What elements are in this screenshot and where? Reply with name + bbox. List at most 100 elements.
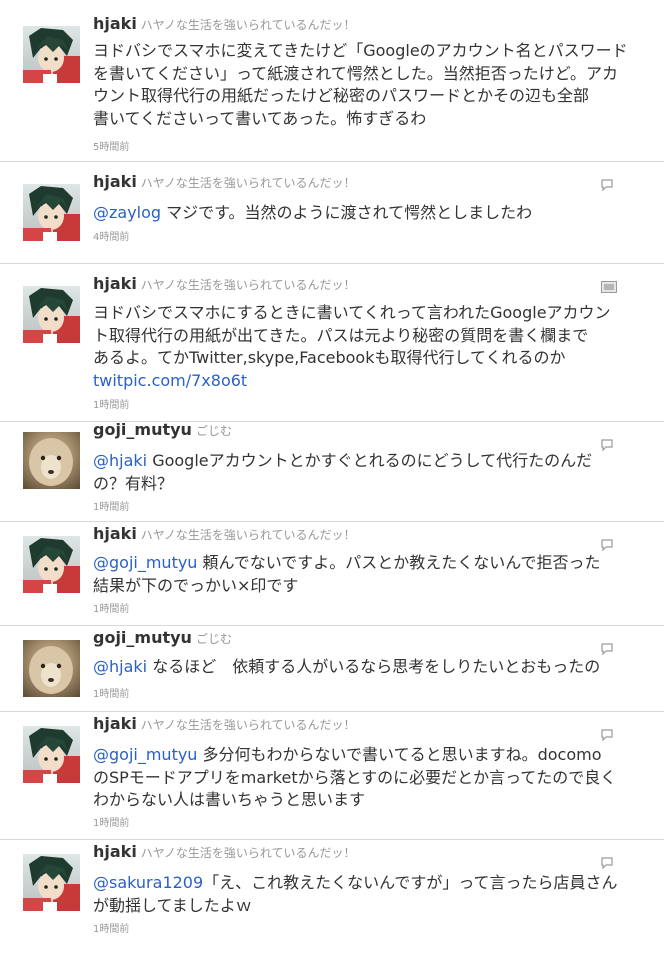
screen-name[interactable]: hjaki bbox=[93, 14, 137, 33]
screen-name[interactable]: hjaki bbox=[93, 714, 137, 733]
full-name: ごじむ bbox=[195, 424, 232, 438]
screen-name[interactable]: goji_mutyu bbox=[93, 628, 192, 647]
tweet-text: ヨドバシでスマホに変えてきたけど「Googleのアカウント名とパスワード を書いて… bbox=[93, 40, 633, 130]
timestamp[interactable]: 1時間前 bbox=[93, 685, 129, 700]
full-name: ハヤノな生活を強いられているんだッ！ bbox=[140, 718, 356, 732]
user-avatar[interactable] bbox=[23, 726, 80, 783]
tweet-line: @hjaki なるほど 依頼する人がいるなら思考をしりたいとおもったの bbox=[93, 656, 633, 679]
tweet: hjaki ハヤノな生活を強いられているんだッ！ @sakura1209「え、これ教… bbox=[0, 840, 664, 965]
timestamp[interactable]: 1時間前 bbox=[93, 600, 129, 615]
tweet-line: 書いてくださいって書いてあった。怖すぎるわ bbox=[93, 108, 633, 131]
timestamp[interactable]: 1時間前 bbox=[93, 498, 129, 513]
tweet-line: が動揺してましたよｗ bbox=[93, 895, 633, 918]
mention-link[interactable]: @goji_mutyu bbox=[93, 745, 197, 764]
tweet-line-text: の？有料？ bbox=[93, 473, 174, 493]
tweet-header: goji_mutyu ごじむ bbox=[93, 420, 232, 439]
full-name: ハヤノな生活を強いられているんだッ！ bbox=[140, 18, 356, 32]
screen-name[interactable]: goji_mutyu bbox=[93, 420, 192, 439]
tweet-text: @zaylog マジです。当然のように渡されて愕然としましたわ bbox=[93, 202, 633, 225]
full-name: ハヤノな生活を強いられているんだッ！ bbox=[140, 846, 356, 860]
reply-bubble-icon[interactable] bbox=[601, 729, 613, 741]
tweet-line: ヨドバシでスマホに変えてきたけど「Googleのアカウント名とパスワード bbox=[93, 40, 633, 63]
tweet-text: @sakura1209「え、これ教えたくないんですが」って言ったら店員さん が動揺… bbox=[93, 872, 633, 917]
full-name: ハヤノな生活を強いられているんだッ！ bbox=[140, 278, 356, 292]
tweet-line-text: が動揺してましたよｗ bbox=[93, 895, 252, 915]
timestamp[interactable]: 5時間前 bbox=[93, 138, 129, 153]
tweet-line: あるよ。てかTwitter,skype,Facebookも取得代行してくれるのか bbox=[93, 347, 633, 370]
timestamp[interactable]: 1時間前 bbox=[93, 396, 129, 411]
tweet-line: @hjaki Googleアカウントとかすぐとれるのにどうして代行たのんだ bbox=[93, 450, 633, 473]
tweet-header: hjaki ハヤノな生活を強いられているんだッ！ bbox=[93, 172, 355, 191]
mention-link[interactable]: @hjaki bbox=[93, 451, 147, 470]
timestamp[interactable]: 1時間前 bbox=[93, 814, 129, 829]
tweet-line: @goji_mutyu 多分何もわからないで書いてると思いますね。docomo bbox=[93, 744, 633, 767]
tweet-line: わからない人は書いちゃうと思います bbox=[93, 789, 633, 812]
tweet: hjaki ハヤノな生活を強いられているんだッ！ @goji_mutyu 多分何もわ… bbox=[0, 712, 664, 840]
reply-bubble-icon[interactable] bbox=[601, 439, 613, 451]
mention-link[interactable]: @hjaki bbox=[93, 657, 147, 676]
tweet-line-text: マジです。当然のように渡されて愕然としましたわ bbox=[161, 203, 533, 222]
tweet-line-text: 結果が下のでっかい×印です bbox=[93, 575, 299, 595]
user-avatar[interactable] bbox=[23, 286, 80, 343]
tweet-header: hjaki ハヤノな生活を強いられているんだッ！ bbox=[93, 274, 355, 293]
reply-bubble-icon[interactable] bbox=[601, 857, 613, 869]
tweet-header: goji_mutyu ごじむ bbox=[93, 628, 232, 647]
tweet: hjaki ハヤノな生活を強いられているんだッ！ ヨドバシでスマホに変えてきたけど「… bbox=[0, 0, 664, 162]
tweet-line-text: 頼んでないですよ。パスとか教えたくないんで拒否った bbox=[197, 553, 601, 572]
user-avatar[interactable] bbox=[23, 536, 80, 593]
tweet-line-text: ト取得代行の用紙が出てきた。パスは元より秘密の質問を書く欄まで bbox=[93, 325, 589, 345]
reply-bubble-icon[interactable] bbox=[601, 539, 613, 551]
mention-link[interactable]: @sakura1209 bbox=[93, 873, 203, 892]
tweet-line-text: を書いてください」って紙渡されて愕然とした。当然拒否ったけど。アカ bbox=[93, 63, 618, 83]
user-avatar[interactable] bbox=[23, 184, 80, 241]
reply-bubble-icon[interactable] bbox=[601, 643, 613, 655]
tweet-line: のSPモードアプリをmarketから落とすのに必要だとか言ってたので良く bbox=[93, 767, 633, 790]
mention-link[interactable]: @goji_mutyu bbox=[93, 553, 197, 572]
tweet-line: の？有料？ bbox=[93, 473, 633, 496]
tweet-header: hjaki ハヤノな生活を強いられているんだッ！ bbox=[93, 524, 355, 543]
tweet-line-text: ウント取得代行の用紙だったけど秘密のパスワードとかその辺も全部 bbox=[93, 86, 590, 105]
tweet: goji_mutyu ごじむ @hjaki なるほど 依頼する人がいるなら思考をしり… bbox=[0, 626, 664, 712]
tweet: hjaki ハヤノな生活を強いられているんだッ！ @goji_mutyu 頼んでない… bbox=[0, 522, 664, 626]
user-avatar[interactable] bbox=[23, 432, 80, 489]
photo-icon[interactable] bbox=[601, 281, 617, 293]
tweet-header: hjaki ハヤノな生活を強いられているんだッ！ bbox=[93, 842, 355, 861]
tweet-line: @goji_mutyu 頼んでないですよ。パスとか教えたくないんで拒否った bbox=[93, 552, 633, 575]
user-avatar[interactable] bbox=[23, 26, 80, 83]
screen-name[interactable]: hjaki bbox=[93, 274, 137, 293]
timestamp[interactable]: 1時間前 bbox=[93, 920, 129, 935]
tweet-text: ヨドバシでスマホにするときに書いてくれって言われたGoogleアカウン ト取得代行… bbox=[93, 302, 633, 392]
tweet: hjaki ハヤノな生活を強いられているんだッ！ @zaylog マジです。当然のよ… bbox=[0, 162, 664, 264]
user-avatar[interactable] bbox=[23, 854, 80, 911]
tweet-line: を書いてください」って紙渡されて愕然とした。当然拒否ったけど。アカ bbox=[93, 63, 633, 86]
tweet-text: @hjaki Googleアカウントとかすぐとれるのにどうして代行たのんだ の？有… bbox=[93, 450, 633, 495]
screen-name[interactable]: hjaki bbox=[93, 524, 137, 543]
screen-name[interactable]: hjaki bbox=[93, 172, 137, 191]
tweet-line: @sakura1209「え、これ教えたくないんですが」って言ったら店員さん bbox=[93, 872, 633, 895]
tweet-line-text: わからない人は書いちゃうと思います bbox=[93, 790, 366, 809]
tweet-line: ト取得代行の用紙が出てきた。パスは元より秘密の質問を書く欄まで bbox=[93, 325, 633, 348]
tweet: goji_mutyu ごじむ @hjaki Googleアカウントとかすぐとれるのに… bbox=[0, 420, 664, 522]
tweet-text: @goji_mutyu 頼んでないですよ。パスとか教えたくないんで拒否った 結果が… bbox=[93, 552, 633, 597]
tweet-line: ヨドバシでスマホにするときに書いてくれって言われたGoogleアカウン bbox=[93, 302, 633, 325]
user-avatar[interactable] bbox=[23, 640, 80, 697]
timestamp[interactable]: 4時間前 bbox=[93, 228, 129, 243]
tweet-line-text: 多分何もわからないで書いてると思いますね。docomo bbox=[197, 745, 602, 764]
tweet-line-text: ヨドバシでスマホに変えてきたけど「Googleのアカウント名とパスワード bbox=[93, 41, 628, 60]
tweet-header: hjaki ハヤノな生活を強いられているんだッ！ bbox=[93, 14, 355, 33]
mention-link[interactable]: @zaylog bbox=[93, 203, 161, 222]
tweet-line: @zaylog マジです。当然のように渡されて愕然としましたわ bbox=[93, 202, 633, 225]
tweet-line-text: のSPモードアプリをmarketから落とすのに必要だとか言ってたので良く bbox=[93, 767, 617, 787]
tweet-header: hjaki ハヤノな生活を強いられているんだッ！ bbox=[93, 714, 355, 733]
tweet-line-text: あるよ。てかTwitter,skype,Facebookも取得代行してくれるのか bbox=[93, 348, 566, 367]
tweet-url-link[interactable]: twitpic.com/7x8o6t bbox=[93, 371, 247, 390]
tweet-line-text: なるほど 依頼する人がいるなら思考をしりたいとおもったの bbox=[147, 657, 601, 676]
tweet-line-text: 「え、これ教えたくないんですが」って言ったら店員さん bbox=[203, 873, 618, 892]
screen-name[interactable]: hjaki bbox=[93, 842, 137, 861]
tweet-line: 結果が下のでっかい×印です bbox=[93, 575, 633, 598]
tweet-line-text: 書いてくださいって書いてあった。怖すぎるわ bbox=[93, 108, 427, 128]
tweet-line: ウント取得代行の用紙だったけど秘密のパスワードとかその辺も全部 bbox=[93, 85, 633, 108]
tweet-line-text: ヨドバシでスマホにするときに書いてくれって言われたGoogleアカウン bbox=[93, 303, 611, 322]
reply-bubble-icon[interactable] bbox=[601, 179, 613, 191]
tweet-text: @hjaki なるほど 依頼する人がいるなら思考をしりたいとおもったの bbox=[93, 656, 633, 679]
